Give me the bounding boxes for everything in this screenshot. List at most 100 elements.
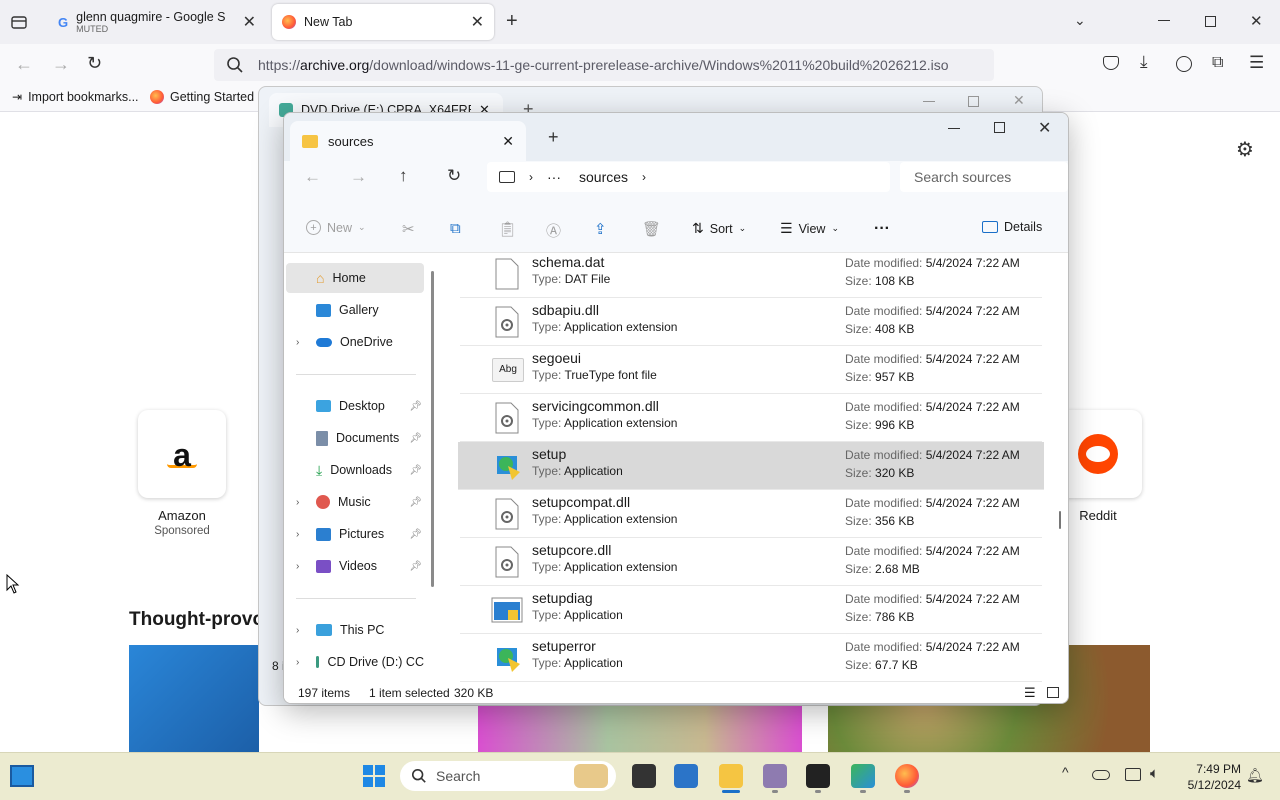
chevron-right-icon[interactable]: ›: [296, 529, 299, 540]
account-icon[interactable]: [1176, 56, 1192, 72]
back-icon[interactable]: ←: [15, 54, 33, 75]
tab-list-icon[interactable]: [10, 13, 28, 31]
breadcrumb-more[interactable]: ···: [547, 169, 561, 185]
nav-item-downloads[interactable]: ⤓ Downloads 📌︎: [286, 455, 424, 485]
chevron-down-icon[interactable]: ⌄: [1074, 12, 1086, 29]
close-icon[interactable]: ✕: [471, 12, 484, 32]
tab-new-tab[interactable]: New Tab ✕: [272, 4, 494, 40]
chevron-up-icon[interactable]: ^: [1062, 764, 1069, 780]
bookmark-getting-started[interactable]: Getting Started: [150, 90, 254, 104]
forward-icon[interactable]: →: [350, 167, 367, 187]
start-icon[interactable]: [363, 765, 385, 787]
nav-item-this-pc[interactable]: › This PC: [286, 615, 424, 645]
bookmark-import[interactable]: ⇥ Import bookmarks...: [12, 90, 139, 104]
firefox-icon[interactable]: [895, 764, 919, 788]
chevron-right-icon[interactable]: ›: [296, 337, 299, 348]
file-row-selected[interactable]: setup Type: Application Date modified: 5…: [458, 442, 1044, 490]
nav-item-home[interactable]: ⌂ Home: [286, 263, 424, 293]
reload-icon[interactable]: ↻: [87, 53, 102, 74]
file-row[interactable]: sdbapiu.dll Type: Application extension …: [460, 298, 1042, 346]
file-row[interactable]: setupcore.dll Type: Application extensio…: [460, 538, 1042, 586]
download-icon[interactable]: ⤓: [1140, 52, 1148, 72]
notification-icon[interactable]: 🔔︎: [1246, 767, 1264, 784]
story-image-2[interactable]: [478, 704, 802, 752]
volume-icon[interactable]: 🔈︎: [1150, 765, 1159, 782]
copy-icon[interactable]: ⧉: [450, 220, 461, 237]
new-tab-button[interactable]: +: [506, 10, 518, 33]
clock-date[interactable]: 5/12/2024: [1171, 778, 1241, 792]
nav-item-onedrive[interactable]: › OneDrive: [286, 327, 424, 357]
clock-time[interactable]: 7:49 PM: [1181, 762, 1241, 776]
chevron-right-icon[interactable]: ›: [296, 625, 299, 636]
url-bar[interactable]: https://archive.org/download/windows-11-…: [214, 49, 994, 81]
maximize-icon[interactable]: [968, 96, 979, 107]
tab-google-search[interactable]: G glenn quagmire - Google Search MUTED ✕: [48, 4, 266, 40]
nav-item-videos[interactable]: › Videos 📌︎: [286, 551, 424, 581]
close-icon[interactable]: ✕: [243, 12, 256, 32]
extensions-icon[interactable]: ⧉: [1212, 54, 1223, 72]
network-icon[interactable]: [1125, 768, 1141, 781]
new-tab-button[interactable]: +: [548, 127, 559, 148]
file-row[interactable]: Abg segoeui Type: TrueType font file Dat…: [460, 346, 1042, 394]
file-list-scrollbar[interactable]: [1059, 511, 1061, 529]
minimize-icon[interactable]: [948, 128, 960, 129]
file-row[interactable]: setuperror Type: Application Date modifi…: [460, 634, 1042, 682]
more-options-button[interactable]: ···: [874, 220, 890, 238]
chevron-right-icon[interactable]: ›: [296, 657, 299, 668]
details-view-icon[interactable]: ☰: [1024, 685, 1036, 701]
forward-icon[interactable]: →: [52, 54, 70, 75]
app-icon[interactable]: [763, 764, 787, 788]
nav-item-gallery[interactable]: Gallery: [286, 295, 424, 325]
back-icon[interactable]: ←: [304, 167, 321, 187]
close-icon[interactable]: ✕: [1038, 118, 1051, 138]
sort-button[interactable]: ⇅ Sort ⌄: [692, 220, 746, 237]
rename-icon[interactable]: Ⓐ: [546, 220, 561, 241]
file-row[interactable]: servicingcommon.dll Type: Application ex…: [460, 394, 1042, 442]
address-bar[interactable]: › ··· sources ›: [487, 162, 890, 192]
delete-icon[interactable]: 🗑︎: [642, 220, 661, 238]
paste-icon[interactable]: 📋︎: [498, 220, 517, 238]
search-input[interactable]: Search sources: [900, 162, 1068, 192]
breadcrumb-sources[interactable]: sources: [579, 169, 628, 185]
details-button[interactable]: Details: [982, 220, 1042, 234]
cut-icon[interactable]: ✂: [402, 220, 415, 238]
nav-item-desktop[interactable]: Desktop 📌︎: [286, 391, 424, 421]
story-image-1[interactable]: [129, 645, 259, 752]
task-view-icon[interactable]: [632, 764, 656, 788]
file-explorer-icon[interactable]: [719, 764, 743, 788]
shortcut-label: Amazon: [158, 508, 206, 523]
nav-item-documents[interactable]: Documents 📌︎: [286, 423, 424, 453]
nav-item-music[interactable]: › Music 📌︎: [286, 487, 424, 517]
menu-icon[interactable]: ☰: [1249, 53, 1264, 73]
settings-gear-icon[interactable]: ⚙: [1236, 137, 1254, 162]
tiles-view-icon[interactable]: [1047, 687, 1059, 698]
chevron-right-icon[interactable]: ›: [296, 561, 299, 572]
terminal-icon[interactable]: [806, 764, 830, 788]
minimize-icon[interactable]: [1158, 20, 1170, 21]
setup-icon[interactable]: [851, 764, 875, 788]
up-icon[interactable]: ↑: [399, 166, 408, 186]
share-icon[interactable]: ⇪: [594, 220, 607, 238]
close-icon[interactable]: ✕: [502, 133, 514, 150]
file-row[interactable]: setupcompat.dll Type: Application extens…: [460, 490, 1042, 538]
explorer-tab-sources[interactable]: sources ✕: [290, 121, 526, 161]
close-icon[interactable]: ✕: [1013, 92, 1025, 109]
chevron-right-icon[interactable]: ›: [296, 497, 299, 508]
restore-icon[interactable]: [1205, 16, 1216, 27]
nav-scrollbar[interactable]: [431, 271, 434, 587]
shortcut-amazon[interactable]: a: [138, 410, 226, 498]
new-button[interactable]: + New ⌄: [306, 220, 366, 235]
store-icon[interactable]: [674, 764, 698, 788]
view-button[interactable]: ☰ View ⌄: [780, 220, 839, 237]
file-row[interactable]: setupdiag Type: Application Date modifie…: [460, 586, 1042, 634]
explorer-window[interactable]: sources ✕ + ✕ ← → ↑ ↻ › ··· sources › Se…: [283, 112, 1069, 704]
onedrive-icon[interactable]: [1092, 770, 1110, 780]
refresh-icon[interactable]: ↻: [447, 166, 461, 186]
file-row[interactable]: schema.dat Type: DAT File Date modified:…: [460, 254, 1042, 298]
maximize-icon[interactable]: [994, 122, 1005, 133]
close-icon[interactable]: ✕: [1250, 12, 1263, 30]
widgets-icon[interactable]: [10, 765, 34, 787]
nav-item-cd-drive[interactable]: › CD Drive (D:) CC: [286, 647, 424, 677]
nav-item-pictures[interactable]: › Pictures 📌︎: [286, 519, 424, 549]
minimize-icon[interactable]: [923, 101, 935, 102]
